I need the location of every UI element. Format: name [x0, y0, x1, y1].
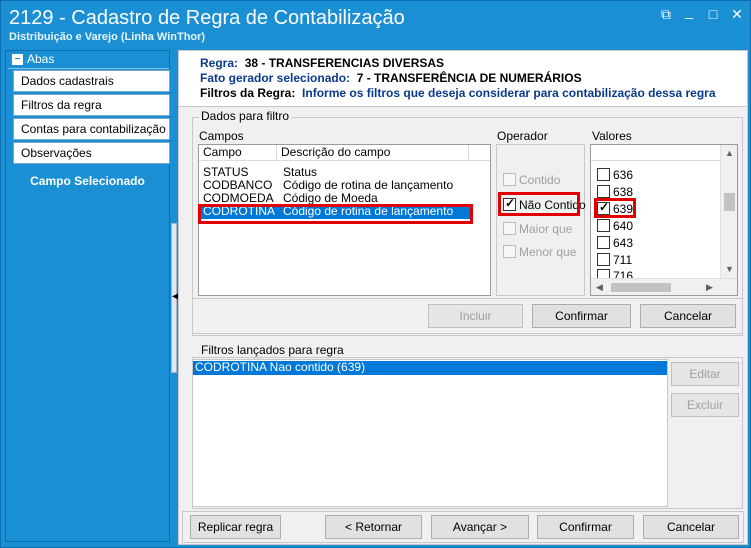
- minimize-icon[interactable]: _: [679, 3, 699, 19]
- checkbox-menor-que[interactable]: [503, 245, 516, 258]
- operador-label: Operador: [497, 129, 548, 143]
- checkbox-maior-que[interactable]: [503, 222, 516, 235]
- valor-label: 638: [613, 185, 634, 199]
- confirmar-button[interactable]: Confirmar: [537, 515, 634, 539]
- retornar-button[interactable]: < Retornar: [325, 515, 422, 539]
- valores-list-header: [591, 145, 721, 161]
- maximize-icon[interactable]: □: [703, 6, 723, 22]
- sidebar-panel: [6, 194, 169, 541]
- valor-item-636[interactable]: 636: [597, 168, 633, 182]
- scroll-thumb[interactable]: [724, 193, 735, 211]
- avancar-button[interactable]: Avançar >: [431, 515, 529, 539]
- column-descricao[interactable]: Descrição do campo: [277, 145, 469, 161]
- scroll-down-icon[interactable]: ▼: [721, 261, 737, 278]
- close-icon[interactable]: ✕: [727, 6, 747, 22]
- operador-maior-que[interactable]: Maior que: [503, 222, 572, 236]
- checkbox[interactable]: [597, 236, 610, 249]
- valores-list[interactable]: 636 638 ✓ 639 640 643 711 716 ▲ ▼ ◀ ▶: [590, 144, 738, 296]
- cancelar-filtro-button[interactable]: Cancelar: [640, 304, 736, 328]
- dados-filtro-title: Dados para filtro: [199, 109, 292, 123]
- window-subtitle: Distribuição e Varejo (Linha WinThor): [9, 31, 206, 43]
- operador-maior-que-label: Maior que: [519, 222, 573, 236]
- valor-label: 711: [613, 253, 633, 267]
- operador-contido-label: Contido: [519, 173, 561, 187]
- scroll-up-icon[interactable]: ▲: [721, 145, 737, 162]
- highlight-valor-639: [594, 198, 636, 218]
- operador-menor-que-label: Menor que: [519, 245, 577, 259]
- incluir-button[interactable]: Incluir: [428, 304, 523, 328]
- fato-label: Fato gerador selecionado:: [200, 71, 351, 85]
- valores-label: Valores: [592, 129, 632, 143]
- valor-item-711[interactable]: 711: [597, 253, 632, 267]
- filtros-value: Informe os filtros que deseja considerar…: [302, 86, 716, 100]
- highlight-operador: [498, 192, 580, 216]
- collapse-icon[interactable]: −: [12, 54, 23, 65]
- valor-label: 640: [613, 219, 634, 233]
- operador-contido[interactable]: Contido: [503, 173, 560, 187]
- valor-item-640[interactable]: 640: [597, 219, 633, 233]
- restore-layout-icon[interactable]: ⧉: [656, 6, 676, 22]
- valor-item-643[interactable]: 643: [597, 236, 633, 250]
- checkbox[interactable]: [597, 185, 610, 198]
- fato-line: Fato gerador selecionado: 7 - TRANSFERÊN…: [200, 71, 582, 85]
- campos-label: Campos: [199, 129, 244, 143]
- rule-header: Regra: 38 - TRANSFERENCIAS DIVERSAS Fato…: [179, 51, 747, 107]
- operador-menor-que[interactable]: Menor que: [503, 245, 576, 259]
- filtros-line: Filtros da Regra: Informe os filtros que…: [200, 86, 716, 100]
- sidebar-item-contas-contabilizacao[interactable]: Contas para contabilização: [13, 118, 170, 140]
- list-item[interactable]: CODROTINA Nao contido (639): [193, 361, 667, 375]
- confirmar-filtro-button[interactable]: Confirmar: [532, 304, 631, 328]
- scroll-thumb-h[interactable]: [611, 283, 671, 292]
- operador-panel: [496, 144, 585, 296]
- checkbox-contido[interactable]: [503, 173, 516, 186]
- abas-header-label: Abas: [27, 52, 55, 66]
- valor-item-638[interactable]: 638: [597, 185, 633, 199]
- filtros-lancados-title: Filtros lançados para regra: [199, 343, 346, 357]
- campos-list-header: Campo Descrição do campo: [199, 145, 490, 161]
- main-window: 2129 - Cadastro de Regra de Contabilizaç…: [0, 0, 751, 548]
- sidebar: − Abas Dados cadastrais Filtros da regra …: [5, 50, 170, 542]
- window-title: 2129 - Cadastro de Regra de Contabilizaç…: [9, 7, 405, 29]
- editar-button[interactable]: Editar: [671, 362, 739, 386]
- sidebar-item-filtros-da-regra[interactable]: Filtros da regra: [13, 94, 170, 116]
- valor-label: 636: [613, 168, 634, 182]
- column-campo[interactable]: Campo: [199, 145, 277, 161]
- main-content: Regra: 38 - TRANSFERENCIAS DIVERSAS Fato…: [178, 50, 748, 545]
- title-bar: 2129 - Cadastro de Regra de Contabilizaç…: [1, 1, 750, 45]
- campo-selecionado-label: Campo Selecionado: [30, 174, 145, 188]
- cancelar-button[interactable]: Cancelar: [643, 515, 739, 539]
- sidebar-item-dados-cadastrais[interactable]: Dados cadastrais: [13, 70, 170, 92]
- fato-value: 7 - TRANSFERÊNCIA DE NUMERÁRIOS: [356, 71, 582, 85]
- filtros-lancados-list[interactable]: CODROTINA Nao contido (639): [192, 359, 668, 507]
- abas-header[interactable]: − Abas: [8, 52, 169, 69]
- filtros-label: Filtros da Regra:: [200, 86, 296, 100]
- checkbox[interactable]: [597, 253, 610, 266]
- valor-label: 643: [613, 236, 634, 250]
- sidebar-item-observacoes[interactable]: Observações: [13, 142, 170, 164]
- checkbox[interactable]: [597, 219, 610, 232]
- replicar-regra-button[interactable]: Replicar regra: [190, 515, 281, 539]
- regra-value: 38 - TRANSFERENCIAS DIVERSAS: [244, 56, 445, 70]
- regra-label: Regra:: [200, 56, 239, 70]
- highlight-campo-row: [198, 204, 473, 224]
- scroll-left-icon[interactable]: ◀: [591, 279, 608, 295]
- valores-hscrollbar[interactable]: ◀ ▶: [591, 278, 737, 295]
- regra-line: Regra: 38 - TRANSFERENCIAS DIVERSAS: [200, 56, 444, 70]
- checkbox[interactable]: [597, 168, 610, 181]
- excluir-button[interactable]: Excluir: [671, 393, 739, 417]
- scroll-right-icon[interactable]: ▶: [701, 279, 718, 295]
- valores-vscrollbar[interactable]: ▲ ▼: [720, 145, 737, 278]
